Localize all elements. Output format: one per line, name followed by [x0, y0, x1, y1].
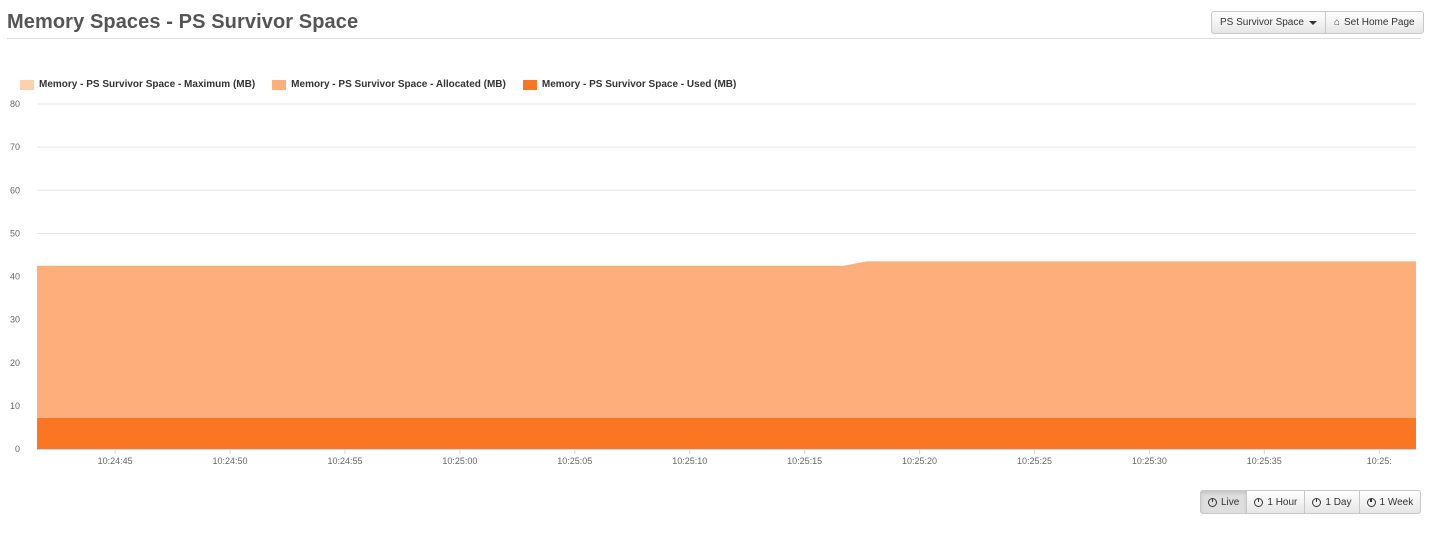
x-tick-label: 10:25:00 [442, 456, 477, 466]
y-tick-label: 20 [10, 358, 20, 368]
range-1-day-label: 1 Day [1325, 496, 1352, 508]
page-title: Memory Spaces - PS Survivor Space [7, 11, 359, 33]
y-tick-label: 50 [10, 228, 20, 238]
range-1-week-label: 1 Week [1379, 496, 1414, 508]
legend-swatch-allocated [272, 79, 287, 90]
x-tick-label: 10:25:25 [1017, 456, 1052, 466]
y-tick-label: 0 [15, 444, 20, 454]
home-icon: ⌂ [1333, 16, 1340, 28]
range-live-button[interactable]: Live [1200, 490, 1248, 514]
range-1-day-button[interactable]: 1 Day [1304, 490, 1360, 514]
set-home-page-label: Set Home Page [1343, 17, 1415, 28]
x-tick-label: 10:25:05 [557, 456, 592, 466]
space-select-dropdown[interactable]: PS Survivor Space [1211, 11, 1326, 34]
legend-label-used: Memory - PS Survivor Space - Used (MB) [541, 79, 737, 90]
legend-label-allocated: Memory - PS Survivor Space - Allocated (… [291, 79, 506, 90]
range-live-label: Live [1221, 496, 1240, 508]
top-toolbar: PS Survivor Space ⌂ Set Home Page [1211, 11, 1424, 34]
x-tick-label: 10:25:30 [1132, 456, 1167, 466]
set-home-page-button[interactable]: ⌂ Set Home Page [1324, 11, 1424, 34]
x-tick-label: 10:25:20 [902, 456, 937, 466]
x-tick-label: 10:25:15 [787, 456, 822, 466]
time-range-selector: Live 1 Hour 1 Day 1 Week [1200, 490, 1422, 514]
legend-swatch-maximum [20, 79, 34, 90]
memory-area-chart: 0 10 20 30 40 50 60 70 80 10:24:45 10:24:50 10:24:5… [10, 99, 1416, 466]
caret-down-icon [1308, 20, 1317, 25]
range-1-week-button[interactable]: 1 Week [1358, 490, 1422, 514]
x-tick-label: 10:24:45 [98, 456, 133, 466]
clock-icon [1366, 497, 1376, 507]
x-tick-label: 10:25:35 [1247, 456, 1282, 466]
x-tick-label: 10:24:55 [327, 456, 362, 466]
y-tick-label: 40 [10, 272, 20, 282]
legend-label-maximum: Memory - PS Survivor Space - Maximum (MB… [39, 79, 256, 90]
x-tick-label: 10:24:50 [213, 456, 248, 466]
series-area-used [37, 417, 1416, 449]
legend-swatch-used [522, 79, 537, 90]
legend-item-used[interactable]: Memory - PS Survivor Space - Used (MB) [522, 79, 737, 90]
y-tick-label: 70 [10, 142, 20, 152]
y-tick-label: 80 [10, 99, 20, 109]
title-divider [7, 38, 1421, 39]
clock-icon [1312, 497, 1322, 507]
x-tick-label: 10:25: [1367, 456, 1392, 466]
y-tick-label: 60 [10, 185, 20, 195]
x-tick-label: 10:25:10 [672, 456, 707, 466]
range-1-hour-label: 1 Hour [1267, 496, 1298, 508]
range-1-hour-button[interactable]: 1 Hour [1246, 490, 1306, 514]
y-tick-label: 30 [10, 315, 20, 325]
clock-icon [1208, 497, 1217, 507]
legend-item-maximum[interactable]: Memory - PS Survivor Space - Maximum (MB… [20, 79, 255, 90]
chart-legend: Memory - PS Survivor Space - Maximum (MB… [20, 79, 753, 90]
clock-icon [1254, 497, 1264, 507]
legend-item-allocated[interactable]: Memory - PS Survivor Space - Allocated (… [272, 79, 506, 90]
space-select-label: PS Survivor Space [1220, 17, 1304, 28]
y-tick-label: 10 [10, 401, 20, 411]
